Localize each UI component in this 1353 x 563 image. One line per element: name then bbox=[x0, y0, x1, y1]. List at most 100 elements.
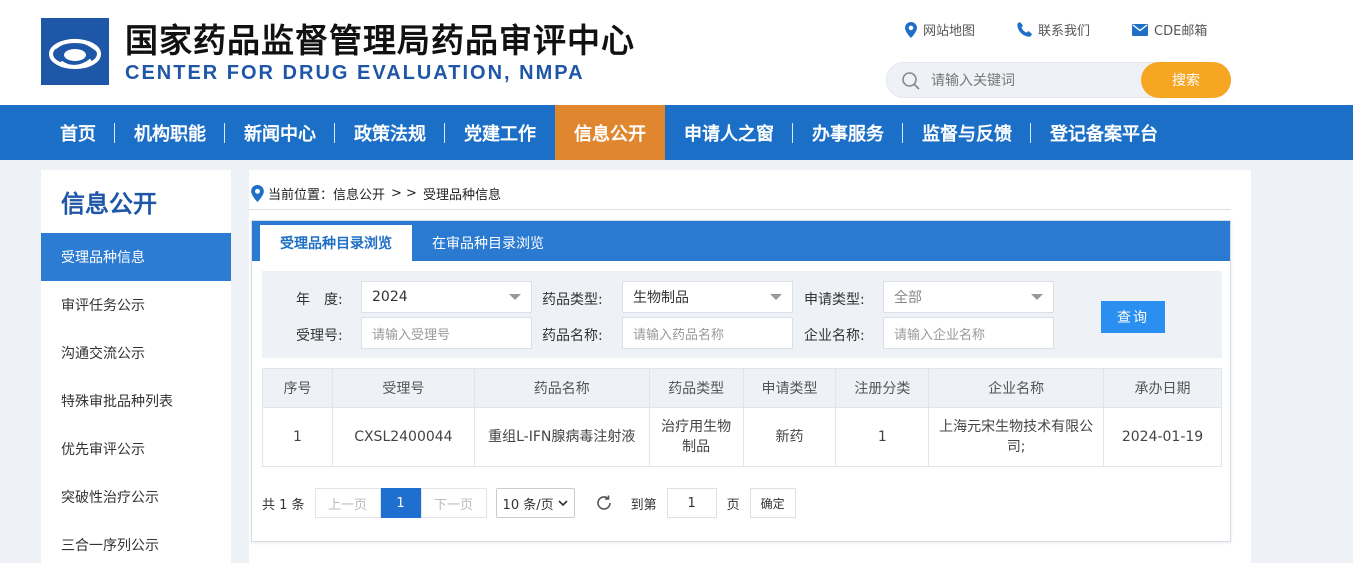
sidebar-item-breakthrough[interactable]: 突破性治疗公示 bbox=[41, 473, 231, 521]
company-input[interactable]: 请输入企业名称 bbox=[883, 317, 1054, 349]
drug-type-select[interactable]: 生物制品 bbox=[622, 281, 793, 313]
nav-policy[interactable]: 政策法规 bbox=[335, 105, 445, 160]
nav-applicant[interactable]: 申请人之窗 bbox=[665, 105, 793, 160]
site-header: 国家药品监督管理局药品审评中心 CENTER FOR DRUG EVALUATI… bbox=[0, 0, 1353, 105]
table-row[interactable]: 1 CXSL2400044 重组L-IFN腺病毒注射液 治疗用生物制品 新药 1… bbox=[262, 407, 1222, 467]
cde-mail-link[interactable]: CDE邮箱 bbox=[1132, 20, 1207, 39]
sidebar-item-special-approval[interactable]: 特殊审批品种列表 bbox=[41, 377, 231, 425]
search-button[interactable]: 搜索 bbox=[1141, 62, 1231, 98]
tab-accepted-catalog[interactable]: 受理品种目录浏览 bbox=[260, 225, 412, 261]
search-icon bbox=[902, 72, 920, 90]
cell-apply-type: 新药 bbox=[742, 407, 837, 467]
table-header-row: 序号 受理号 药品名称 药品类型 申请类型 注册分类 企业名称 承办日期 bbox=[262, 368, 1222, 408]
tab-bar: 受理品种目录浏览 在审品种目录浏览 bbox=[252, 221, 1230, 261]
drug-name-input[interactable]: 请输入药品名称 bbox=[622, 317, 793, 349]
chevron-down-icon bbox=[558, 499, 568, 506]
main-nav: 首页 机构职能 新闻中心 政策法规 党建工作 信息公开 申请人之窗 办事服务 监… bbox=[0, 105, 1353, 160]
sidebar-title: 信息公开 bbox=[61, 190, 157, 218]
year-value: 2024 bbox=[372, 289, 408, 305]
col-reg-class: 注册分类 bbox=[835, 368, 930, 408]
cell-date: 2024-01-19 bbox=[1103, 407, 1222, 467]
apply-type-value: 全部 bbox=[894, 290, 922, 306]
year-select[interactable]: 2024 bbox=[361, 281, 532, 313]
goto-confirm-button[interactable]: 确定 bbox=[749, 488, 796, 518]
site-subtitle: CENTER FOR DRUG EVALUATION, NMPA bbox=[125, 62, 585, 84]
cde-mail-label: CDE邮箱 bbox=[1154, 24, 1208, 39]
nav-services[interactable]: 办事服务 bbox=[793, 105, 903, 160]
col-apply-type: 申请类型 bbox=[742, 368, 837, 408]
accept-no-input[interactable]: 请输入受理号 bbox=[361, 317, 532, 349]
sidebar: 信息公开 受理品种信息 审评任务公示 沟通交流公示 特殊审批品种列表 优先审评公… bbox=[41, 170, 231, 563]
breadcrumb-parent[interactable]: 信息公开 bbox=[333, 184, 385, 203]
nav-home[interactable]: 首页 bbox=[41, 105, 115, 160]
chevron-down-icon bbox=[1031, 294, 1043, 300]
breadcrumb-prefix: 当前位置： bbox=[268, 187, 334, 203]
location-pin-icon bbox=[251, 184, 264, 202]
apply-type-select[interactable]: 全部 bbox=[883, 281, 1054, 313]
page-size-value: 10 条/页 bbox=[502, 497, 554, 513]
sidebar-item-accepted-varieties[interactable]: 受理品种信息 bbox=[41, 233, 231, 281]
location-pin-icon bbox=[905, 21, 917, 38]
company-label: 企业名称: bbox=[804, 328, 865, 344]
main-content: 当前位置： 信息公开 > > 受理品种信息 受理品种目录浏览 在审品种目录浏览 … bbox=[249, 170, 1251, 563]
page-size-select[interactable]: 10 条/页 bbox=[495, 488, 575, 518]
cell-index: 1 bbox=[262, 407, 333, 467]
goto-label: 到第 bbox=[630, 497, 657, 513]
logo-emblem-icon bbox=[49, 39, 101, 69]
site-title: 国家药品监督管理局药品审评中心 bbox=[125, 21, 635, 60]
drug-type-label: 药品类型: bbox=[542, 292, 603, 308]
mail-icon bbox=[1132, 23, 1149, 36]
breadcrumb-current: 受理品种信息 bbox=[422, 187, 501, 203]
col-company: 企业名称 bbox=[928, 368, 1105, 408]
chevron-down-icon bbox=[509, 294, 521, 300]
drug-type-value: 生物制品 bbox=[633, 290, 689, 306]
sidebar-item-review-tasks[interactable]: 审评任务公示 bbox=[41, 281, 231, 329]
col-drug-type: 药品类型 bbox=[648, 368, 744, 408]
nav-supervision[interactable]: 监督与反馈 bbox=[903, 105, 1031, 160]
cell-reg-class: 1 bbox=[835, 407, 930, 467]
drug-name-label: 药品名称: bbox=[542, 328, 603, 344]
year-label: 年 度: bbox=[296, 292, 343, 308]
sidebar-item-three-in-one[interactable]: 三合一序列公示 bbox=[41, 521, 231, 563]
page-unit-label: 页 bbox=[726, 497, 740, 513]
nav-info-disclosure[interactable]: 信息公开 bbox=[555, 105, 665, 160]
sidebar-item-priority-review[interactable]: 优先审评公示 bbox=[41, 425, 231, 473]
prev-page-button[interactable]: 上一页 bbox=[314, 488, 381, 518]
contact-label: 联系我们 bbox=[1038, 24, 1091, 39]
accept-no-label: 受理号: bbox=[296, 328, 343, 344]
nav-party[interactable]: 党建工作 bbox=[445, 105, 555, 160]
apply-type-label: 申请类型: bbox=[804, 292, 865, 308]
tab-under-review-catalog[interactable]: 在审品种目录浏览 bbox=[412, 225, 564, 261]
cell-drug-name: 重组L-IFN腺病毒注射液 bbox=[473, 407, 650, 467]
filter-form: 年 度: 2024 药品类型: 生物制品 申请类型: 全部 受理号: 请输入受理… bbox=[262, 271, 1222, 358]
cell-company: 上海元宋生物技术有限公司; bbox=[928, 407, 1105, 467]
site-logo[interactable] bbox=[41, 18, 109, 85]
next-page-button[interactable]: 下一页 bbox=[420, 488, 487, 518]
sitemap-label: 网站地图 bbox=[923, 24, 976, 39]
goto-page-input[interactable] bbox=[666, 488, 717, 518]
sitemap-link[interactable]: 网站地图 bbox=[905, 20, 975, 39]
nav-functions[interactable]: 机构职能 bbox=[115, 105, 225, 160]
sidebar-item-communication[interactable]: 沟通交流公示 bbox=[41, 329, 231, 377]
chevron-down-icon bbox=[770, 294, 782, 300]
cell-accept-no: CXSL2400044 bbox=[331, 407, 475, 467]
search-input[interactable] bbox=[931, 69, 1131, 93]
col-date: 承办日期 bbox=[1103, 368, 1222, 408]
breadcrumb-separator: > > bbox=[391, 185, 417, 201]
nav-registration[interactable]: 登记备案平台 bbox=[1031, 105, 1177, 160]
breadcrumb: 当前位置： 信息公开 > > 受理品种信息 bbox=[249, 182, 501, 204]
nav-news[interactable]: 新闻中心 bbox=[225, 105, 335, 160]
refresh-icon[interactable] bbox=[595, 494, 613, 512]
contact-link[interactable]: 联系我们 bbox=[1017, 20, 1090, 39]
total-count: 共 1 条 bbox=[262, 497, 305, 513]
cell-drug-type: 治疗用生物制品 bbox=[648, 407, 744, 467]
page-1-button[interactable]: 1 bbox=[380, 488, 421, 518]
col-accept-no: 受理号 bbox=[331, 368, 475, 408]
col-index: 序号 bbox=[262, 368, 333, 408]
results-table: 序号 受理号 药品名称 药品类型 申请类型 注册分类 企业名称 承办日期 1 C… bbox=[262, 368, 1222, 467]
top-links: 网站地图 联系我们 CDE邮箱 bbox=[905, 20, 1249, 39]
query-panel: 受理品种目录浏览 在审品种目录浏览 年 度: 2024 药品类型: 生物制品 申… bbox=[251, 220, 1231, 542]
phone-icon bbox=[1017, 22, 1033, 37]
breadcrumb-divider bbox=[249, 209, 1231, 210]
query-button[interactable]: 查询 bbox=[1101, 301, 1165, 333]
